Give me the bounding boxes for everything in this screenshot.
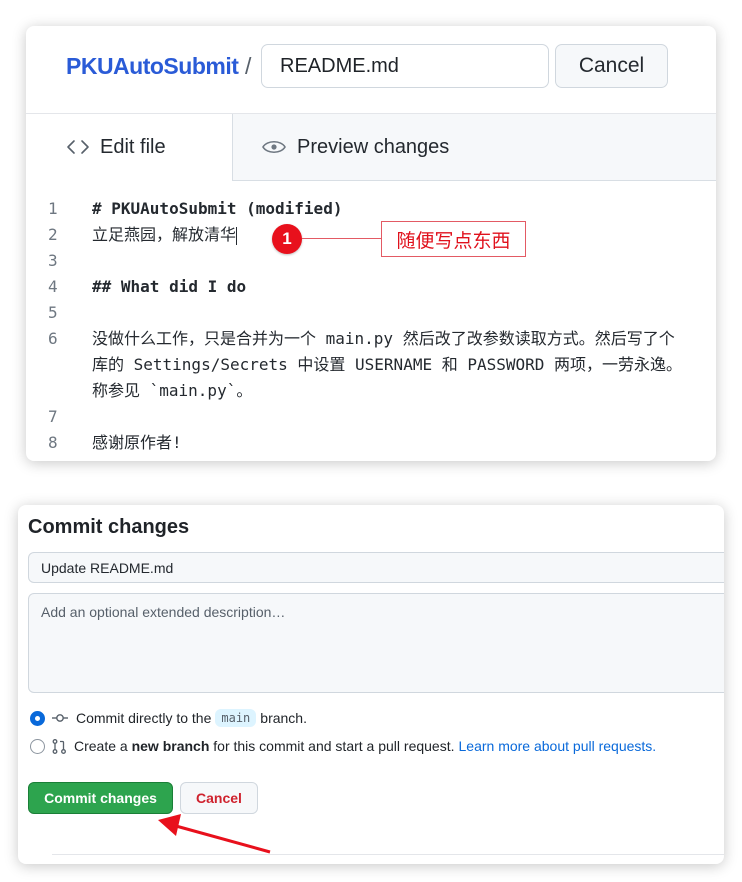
annotation-label: 随便写点东西 bbox=[381, 221, 526, 257]
code-line: 5 bbox=[26, 300, 716, 326]
line-number: 3 bbox=[48, 251, 58, 270]
option-new-bold: new branch bbox=[131, 738, 210, 754]
code-editor[interactable]: 1 # PKUAutoSubmit (modified) 2 立足燕园，解放清华… bbox=[26, 196, 716, 456]
option-new-prefix: Create a bbox=[74, 738, 128, 754]
git-pull-request-icon bbox=[52, 738, 66, 754]
option-commit-direct[interactable]: Commit directly to the main branch. bbox=[30, 709, 307, 727]
line-number: 2 bbox=[48, 225, 58, 244]
line-content: ## What did I do bbox=[92, 277, 247, 296]
learn-more-pull-requests-link[interactable]: Learn more about pull requests. bbox=[459, 738, 657, 754]
radio-new-branch[interactable] bbox=[30, 738, 45, 754]
cancel-edit-button[interactable]: Cancel bbox=[555, 44, 668, 88]
option-direct-prefix: Commit directly to the bbox=[76, 710, 212, 726]
line-content-wrap-1: 没做什么工作，只是合并为一个 main.py 然后改了改参数读取方式。然后写了个 bbox=[92, 329, 675, 348]
annotation-connector bbox=[302, 238, 381, 239]
code-line: 2 立足燕园，解放清华 bbox=[26, 222, 716, 248]
filename-input[interactable] bbox=[261, 44, 549, 88]
line-number: 7 bbox=[48, 407, 58, 426]
option-new-suffix: for this commit and start a pull request… bbox=[213, 738, 455, 754]
line-content: # PKUAutoSubmit (modified) bbox=[92, 199, 343, 218]
repo-link[interactable]: PKUAutoSubmit bbox=[66, 53, 239, 80]
code-line: 4 ## What did I do bbox=[26, 274, 716, 300]
option-direct-suffix: branch. bbox=[260, 710, 307, 726]
line-content-wrap-3: 称参见 `main.py`。 bbox=[92, 381, 253, 400]
code-line: 1 # PKUAutoSubmit (modified) bbox=[26, 196, 716, 222]
cancel-commit-button[interactable]: Cancel bbox=[180, 782, 258, 814]
commit-changes-panel: Commit changes Commit directly to the ma… bbox=[18, 505, 724, 864]
tab-edit-file-label: Edit file bbox=[100, 135, 166, 158]
commit-title: Commit changes bbox=[28, 516, 190, 538]
code-icon bbox=[66, 138, 90, 156]
code-line: 3 bbox=[26, 248, 716, 274]
editor-tabs: Edit file Preview changes bbox=[26, 114, 716, 181]
line-number: 6 bbox=[48, 329, 58, 348]
tab-preview-changes[interactable]: Preview changes bbox=[232, 114, 716, 181]
tab-preview-changes-label: Preview changes bbox=[297, 135, 450, 158]
option-new-branch[interactable]: Create a new branch for this commit and … bbox=[30, 738, 656, 754]
line-number: 5 bbox=[48, 303, 58, 322]
line-content: 感谢原作者! bbox=[92, 433, 182, 452]
radio-commit-direct[interactable] bbox=[30, 710, 45, 726]
branch-name-badge: main bbox=[215, 709, 257, 727]
code-line: 8 感谢原作者! bbox=[26, 430, 716, 456]
line-text: 立足燕园，解放清华 bbox=[92, 225, 237, 244]
git-commit-icon bbox=[52, 712, 68, 724]
commit-changes-button[interactable]: Commit changes bbox=[28, 782, 173, 814]
tab-edit-file[interactable]: Edit file bbox=[26, 114, 232, 180]
line-content-wrap-2: 库的 Settings/Secrets 中设置 USERNAME 和 PASSW… bbox=[92, 355, 683, 374]
text-cursor bbox=[236, 226, 238, 245]
commit-summary-input[interactable] bbox=[28, 552, 724, 583]
commit-description-input[interactable] bbox=[28, 593, 724, 693]
line-content: 立足燕园，解放清华 bbox=[92, 225, 238, 245]
divider bbox=[52, 854, 724, 855]
annotation-marker: 1 bbox=[272, 224, 302, 254]
file-editor-panel: PKUAutoSubmit / Cancel Edit file Preview… bbox=[26, 26, 716, 461]
line-number: 4 bbox=[48, 277, 58, 296]
line-number: 8 bbox=[48, 433, 58, 452]
file-header: PKUAutoSubmit / Cancel bbox=[26, 26, 716, 114]
code-line: 6 没做什么工作，只是合并为一个 main.py 然后改了改参数读取方式。然后写… bbox=[26, 326, 716, 404]
line-number: 1 bbox=[48, 199, 58, 218]
code-line: 7 bbox=[26, 404, 716, 430]
eye-icon bbox=[261, 138, 287, 156]
path-separator: / bbox=[245, 53, 252, 79]
